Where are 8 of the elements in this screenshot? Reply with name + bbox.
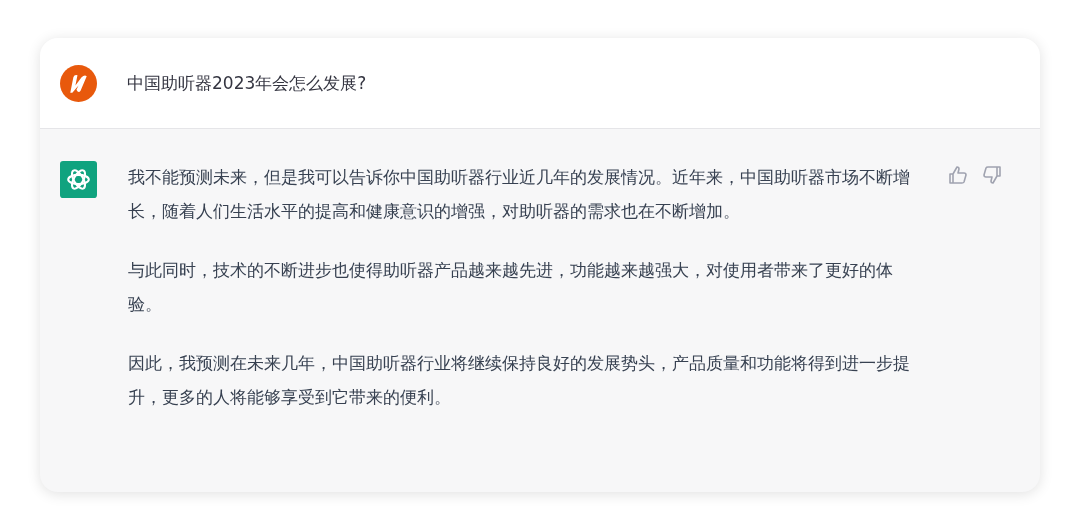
user-avatar-icon: [60, 64, 97, 102]
thumbs-up-icon[interactable]: [948, 165, 968, 185]
answer-paragraph: 与此同时，技术的不断进步也使得助听器产品越来越先进，功能越来越强大，对使用者带来了更好的体验。: [128, 260, 894, 316]
answer-paragraph: 因此，我预测在未来几年，中国助听器行业将继续保持良好的发展势头，产品质量和功能将得到进一步提升，更多的人将能够享受到它带来的便利。: [128, 353, 911, 409]
assistant-logo-icon: [60, 161, 97, 198]
question-text: 中国助听器2023年会怎么发展?: [127, 71, 367, 95]
answer-paragraph: 我不能预测未来，但是我可以告诉你中国助听器行业近几年的发展情况。近年来，中国助听器市场不断增长，随着人们生活水平的提高和健康意识的增强，对助听器的需求也在不断增加。: [128, 167, 911, 223]
thumbs-down-icon[interactable]: [982, 165, 1002, 185]
